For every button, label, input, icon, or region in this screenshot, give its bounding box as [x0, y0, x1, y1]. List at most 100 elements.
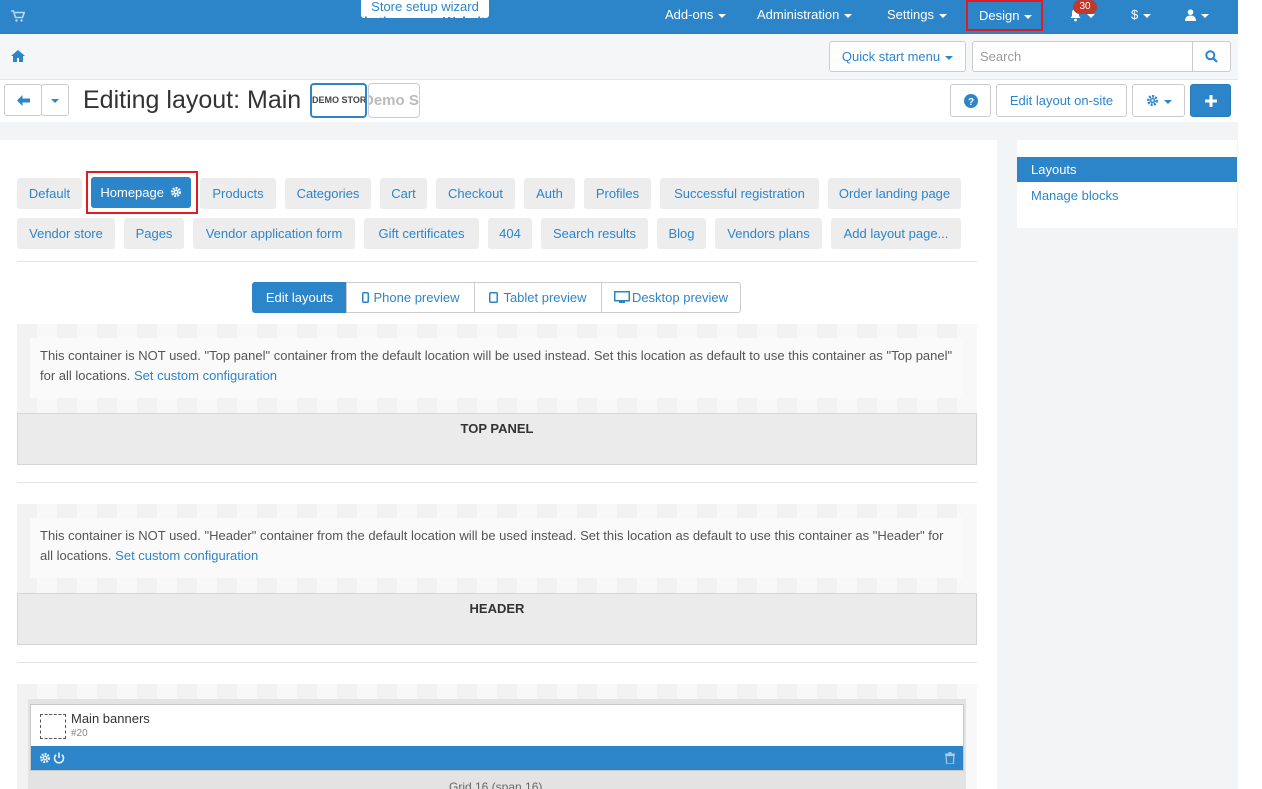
gear-icon[interactable]	[39, 752, 51, 764]
phone-icon	[361, 291, 369, 303]
header-notice: This container is NOT used. "Header" con…	[30, 518, 963, 578]
layout-tab-order-landing-page[interactable]: Order landing page	[828, 178, 961, 209]
layout-tab-cart[interactable]: Cart	[380, 178, 427, 209]
currency-menu[interactable]: $	[1131, 0, 1152, 30]
desktop-preview-label: Desktop preview	[631, 290, 729, 305]
history-dropdown-button[interactable]	[41, 84, 69, 116]
top-panel-notice: This container is NOT used. "Top panel" …	[30, 338, 963, 398]
main-banners-block[interactable]: Main banners #20	[30, 704, 964, 771]
chevron-down-icon	[590, 20, 599, 25]
block-toolbar	[31, 746, 963, 770]
back-button[interactable]	[4, 84, 42, 116]
block-id: #20	[71, 728, 88, 739]
chevron-down-icon	[51, 98, 59, 103]
desktop-preview-button[interactable]: Desktop preview	[601, 282, 741, 313]
chevron-down-icon	[199, 20, 208, 25]
logo-text-2: Demo Store	[369, 92, 419, 109]
chevron-down-icon	[1087, 13, 1095, 18]
menu-administration[interactable]: Administration	[757, 0, 853, 30]
menu-settings-label: Settings	[887, 7, 934, 22]
currency-label: $	[1131, 7, 1139, 22]
question-icon: ?	[964, 94, 978, 108]
chevron-down-icon	[938, 13, 947, 18]
arrow-left-icon	[17, 95, 30, 106]
layout-tab-checkout[interactable]: Checkout	[436, 178, 515, 209]
layout-tab-auth[interactable]: Auth	[524, 178, 575, 209]
quick-start-label: Quick start menu	[841, 49, 941, 64]
nav-website[interactable]: Website	[443, 14, 506, 29]
edit-layout-on-site-button[interactable]: Edit layout on-site	[996, 84, 1127, 117]
sidebar-item-layouts[interactable]: Layouts	[1017, 157, 1237, 182]
homepage-tab-highlight	[86, 171, 198, 214]
plus-icon	[1205, 95, 1217, 107]
top-panel-custom-config-link[interactable]: Set custom configuration	[134, 368, 277, 383]
nav-website-label: Website	[443, 14, 493, 29]
block-placeholder-icon	[40, 714, 66, 739]
user-icon	[1185, 8, 1196, 21]
nav-products-label: Products	[138, 14, 195, 29]
help-button[interactable]: ?	[950, 84, 991, 117]
menu-settings[interactable]: Settings	[887, 0, 947, 30]
chevron-down-icon	[306, 20, 315, 25]
logo-text: DEMO STORE	[312, 95, 367, 105]
nav-customers[interactable]: Customers	[234, 14, 315, 29]
add-button[interactable]	[1190, 84, 1231, 117]
nav-vendors-label: Vendors	[534, 14, 586, 29]
header-custom-config-link[interactable]: Set custom configuration	[115, 548, 258, 563]
storefront-logo-thumbnail-2[interactable]: Demo Store	[368, 83, 420, 118]
menu-administration-label: Administration	[757, 7, 840, 22]
nav-marketing[interactable]: Marketing	[341, 14, 416, 29]
top-panel-grid: TOP PANEL	[17, 413, 977, 465]
user-menu[interactable]	[1185, 0, 1209, 30]
search-input[interactable]	[972, 41, 1193, 72]
nav-orders[interactable]: Orders	[56, 14, 112, 29]
divider	[17, 662, 977, 663]
sidebar: Layouts Manage blocks	[1017, 140, 1237, 228]
layout-tab-blog[interactable]: Blog	[657, 218, 706, 249]
edit-layouts-button[interactable]: Edit layouts	[252, 282, 347, 313]
layout-tab-default[interactable]: Default	[17, 178, 82, 209]
layout-tab-search-results[interactable]: Search results	[541, 218, 648, 249]
home-icon[interactable]	[11, 50, 25, 62]
menu-addons[interactable]: Add-ons	[665, 0, 727, 30]
settings-dropdown-button[interactable]	[1132, 84, 1185, 117]
phone-preview-button[interactable]: Phone preview	[346, 282, 475, 313]
menu-addons-label: Add-ons	[665, 7, 714, 22]
nav-customers-label: Customers	[234, 14, 302, 29]
grid-label: Grid 16 (span 16)	[449, 780, 543, 789]
chevron-down-icon	[844, 13, 853, 18]
cart-icon[interactable]	[11, 10, 25, 22]
sidebar-item-manage-blocks[interactable]: Manage blocks	[1017, 183, 1237, 208]
search-button[interactable]	[1192, 41, 1231, 72]
trash-icon[interactable]	[945, 752, 955, 764]
layout-tab-vendors-plans[interactable]: Vendors plans	[715, 218, 822, 249]
design-menu-highlight	[966, 0, 1043, 31]
chevron-down-icon	[945, 55, 954, 60]
layout-tab-vendor-store[interactable]: Vendor store	[17, 218, 115, 249]
nav-vendors[interactable]: Vendors	[534, 14, 599, 29]
layout-tab-categories[interactable]: Categories	[285, 178, 371, 209]
tablet-preview-button[interactable]: Tablet preview	[474, 282, 602, 313]
power-icon[interactable]	[53, 752, 65, 764]
layout-tab-404[interactable]: 404	[488, 218, 532, 249]
divider	[17, 261, 977, 262]
layout-tab-profiles[interactable]: Profiles	[584, 178, 651, 209]
layout-tab-successful-registration[interactable]: Successful registration	[660, 178, 819, 209]
divider	[17, 482, 977, 483]
phone-preview-label: Phone preview	[373, 290, 460, 305]
nav-products[interactable]: Products	[138, 14, 208, 29]
chevron-down-icon	[497, 20, 506, 25]
add-layout-page-button[interactable]: Add layout page...	[831, 218, 961, 249]
layout-tab-gift-certificates[interactable]: Gift certificates	[364, 218, 479, 249]
quick-start-menu-button[interactable]: Quick start menu	[829, 41, 966, 72]
tablet-icon	[489, 291, 499, 303]
layout-tab-vendor-application-form[interactable]: Vendor application form	[193, 218, 355, 249]
layout-tab-pages[interactable]: Pages	[124, 218, 184, 249]
desktop-icon	[613, 290, 630, 304]
layout-tab-products[interactable]: Products	[200, 178, 276, 209]
chevron-down-icon	[1143, 13, 1152, 18]
gear-icon	[1146, 94, 1159, 107]
chevron-down-icon	[718, 13, 727, 18]
storefront-logo-thumbnail[interactable]: DEMO STORE	[310, 83, 367, 118]
header-grid: HEADER	[17, 593, 977, 645]
